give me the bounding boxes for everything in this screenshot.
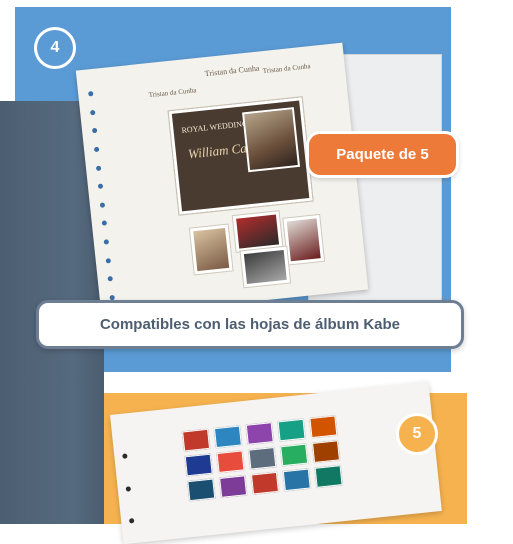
stamp (219, 475, 248, 498)
stamp (188, 223, 234, 276)
sheet-title: Tristan da Cunha (204, 63, 260, 79)
stamp (182, 428, 211, 452)
block-heading: ROYAL WEDDING (181, 119, 249, 135)
stamp (187, 478, 216, 502)
sheet-title-left: Tristan da Cunha (148, 86, 197, 100)
stamp (184, 453, 213, 477)
stamp (251, 471, 279, 495)
stamp (282, 213, 326, 266)
album-sheet-image: Tristan da Cunha Tristan da Cunha Trista… (75, 42, 369, 318)
stamp (309, 415, 338, 439)
block-photo (242, 107, 301, 173)
compatibility-label: Compatibles con las hojas de álbum Kabe (36, 300, 464, 349)
stamp-grid (182, 415, 343, 502)
step-badge-4: 4 (34, 27, 76, 69)
punch-holes (122, 453, 135, 524)
stamp-block: ROYAL WEDDING William Catherine (167, 96, 314, 216)
sheet-title-right: Tristan da Cunha (262, 62, 311, 76)
stamp (280, 443, 309, 467)
stamp (282, 468, 311, 492)
stamp (213, 425, 242, 449)
step-badge-5: 5 (396, 413, 438, 455)
stamp (314, 465, 343, 488)
stamp (245, 422, 274, 445)
stamp (277, 418, 306, 442)
stamp (248, 447, 277, 470)
stamp (216, 450, 245, 473)
stamp (239, 245, 292, 289)
stamp (312, 440, 340, 463)
pack-badge: Paquete de 5 (306, 131, 459, 178)
